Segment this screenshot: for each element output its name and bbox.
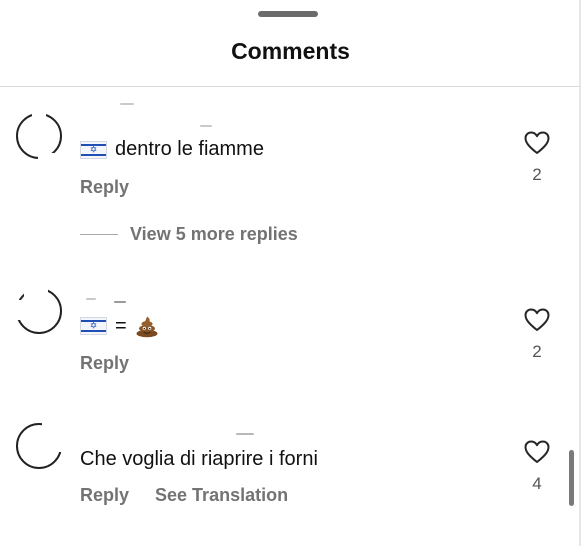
see-translation-button[interactable]: See Translation [155, 485, 288, 506]
heart-icon[interactable] [524, 308, 550, 332]
header-divider [0, 86, 581, 87]
heart-icon[interactable] [524, 440, 550, 464]
israel-flag-icon: ✡ [80, 317, 107, 335]
comment-actions: Reply [80, 177, 129, 198]
comment-actions: Reply See Translation [80, 485, 288, 506]
pile-of-poo-icon [136, 316, 158, 338]
like-column: 2 [520, 131, 554, 185]
comment-text: ✡ dentro le fiamme [80, 138, 264, 161]
like-column: 4 [520, 440, 554, 494]
username-redacted [86, 298, 96, 300]
scrollbar[interactable] [569, 450, 574, 506]
heart-icon[interactable] [524, 131, 550, 155]
like-column: 2 [520, 308, 554, 362]
username-redacted [200, 125, 212, 127]
like-count: 4 [532, 474, 542, 493]
comments-sheet: Comments ✡ dentro le fiamme Reply View 5… [0, 0, 581, 546]
username-redacted [114, 301, 126, 303]
comment-text: Che voglia di riaprire i forni [80, 448, 318, 471]
reply-button[interactable]: Reply [80, 177, 129, 198]
comment-body: = [115, 314, 127, 337]
replies-line [80, 234, 118, 235]
view-replies-label: View 5 more replies [130, 224, 298, 244]
view-more-replies-button[interactable]: View 5 more replies [80, 224, 298, 245]
drag-handle[interactable] [258, 11, 318, 17]
comment-body: Che voglia di riaprire i forni [80, 448, 318, 470]
reply-button[interactable]: Reply [80, 485, 129, 506]
israel-flag-icon: ✡ [80, 140, 107, 159]
avatar[interactable] [16, 422, 64, 469]
sheet-title: Comments [231, 38, 350, 64]
username-redacted [120, 103, 134, 105]
comment-body: dentro le fiamme [115, 138, 264, 160]
like-count: 2 [532, 165, 542, 184]
comment-actions: Reply [80, 353, 129, 374]
avatar[interactable] [15, 287, 62, 334]
reply-button[interactable]: Reply [80, 353, 129, 374]
comment-text: ✡ = [80, 314, 159, 338]
avatar[interactable] [16, 112, 62, 163]
username-redacted [236, 433, 254, 435]
like-count: 2 [532, 342, 542, 361]
